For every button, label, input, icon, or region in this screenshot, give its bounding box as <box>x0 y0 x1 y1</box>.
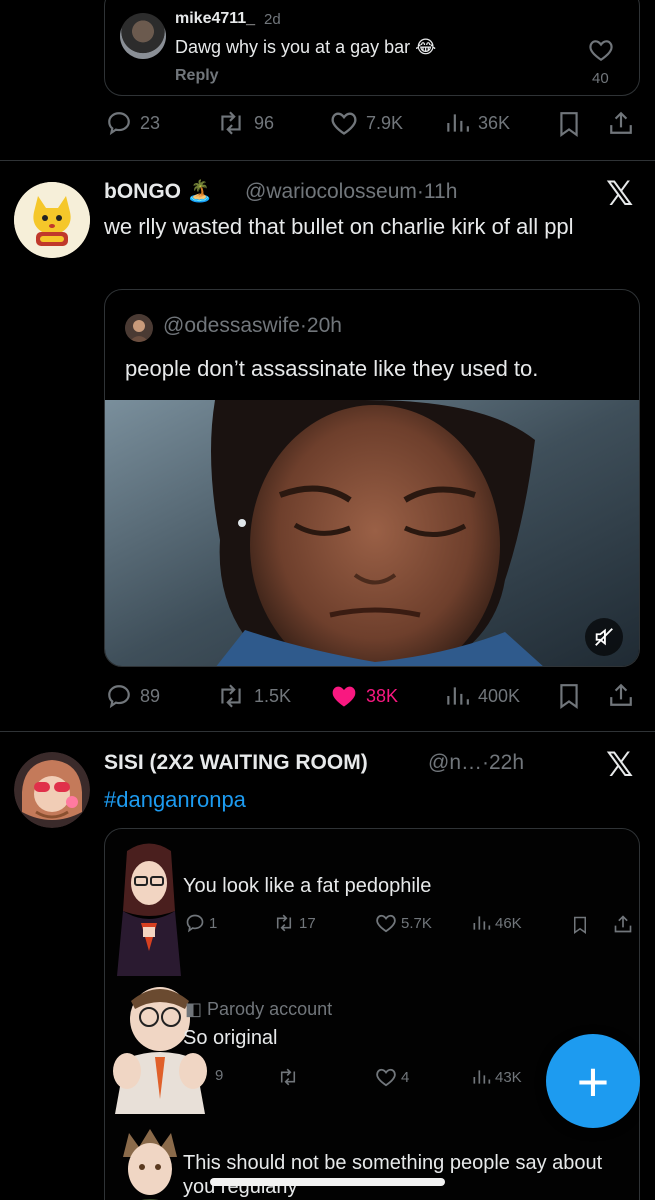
repost-icon <box>216 110 246 136</box>
reply-avatar[interactable] <box>120 13 166 59</box>
heart-filled-icon <box>330 683 358 709</box>
quoted-time: 20h <box>306 314 342 337</box>
like-action[interactable]: 7.9K <box>330 110 403 136</box>
media-post2-views: 43K <box>495 1068 522 1086</box>
home-indicator[interactable] <box>210 1178 445 1186</box>
like-count: 38K <box>366 685 399 706</box>
separator-dot: · <box>416 180 424 203</box>
character-avatar <box>109 841 189 981</box>
bookmark-icon[interactable] <box>556 683 582 709</box>
media-post1-reposts: 17 <box>299 914 316 932</box>
reply-count: 89 <box>140 685 161 706</box>
reply-username[interactable]: mike4711_ <box>175 10 255 28</box>
divider <box>0 731 655 732</box>
media-views: 43K <box>471 1067 522 1087</box>
like-count: 7.9K <box>366 112 404 133</box>
author-avatar[interactable] <box>14 752 90 828</box>
separator-dot: · <box>482 751 489 774</box>
character-avatar <box>115 1127 185 1200</box>
tweet-text: we rlly wasted that bullet on charlie ki… <box>104 214 574 239</box>
reply-count: 23 <box>140 112 161 133</box>
share-icon <box>613 914 633 934</box>
post-time[interactable]: 22h <box>489 751 524 774</box>
share-icon[interactable] <box>608 682 634 708</box>
divider <box>0 160 655 161</box>
media-post2-replies: 9 <box>215 1067 224 1084</box>
media-like: 4 <box>375 1067 409 1087</box>
reply-button[interactable]: Reply <box>175 67 219 85</box>
bookmark-icon <box>571 915 589 935</box>
media-post1-replies: 1 <box>209 914 218 932</box>
views-count: 400K <box>478 685 521 706</box>
reply-action[interactable]: 23 <box>106 110 160 136</box>
author-name[interactable]: SISI (2X2 WAITING ROOM) <box>104 751 368 775</box>
views-action[interactable]: 36K <box>444 110 510 136</box>
post-time[interactable]: 11h <box>424 180 457 203</box>
quoted-handle: @odessaswife <box>163 314 300 337</box>
reply-like-count: 40 <box>592 70 609 87</box>
views-count: 36K <box>478 112 511 133</box>
reply-action[interactable]: 89 <box>106 683 160 709</box>
bookmark-icon[interactable] <box>556 111 582 137</box>
repost-icon <box>216 683 246 709</box>
like-action-liked[interactable]: 38K <box>330 683 398 709</box>
quoted-text: people don’t assassinate like they used … <box>125 356 539 381</box>
quoted-avatar <box>125 314 153 342</box>
heart-icon <box>330 110 358 136</box>
parody-mask-icon: ◧ <box>185 999 203 1019</box>
media-post3-text: This should not be something people say … <box>183 1152 603 1198</box>
media-post2-text: So original <box>183 1027 278 1049</box>
parody-badge: ◧ Parody account <box>185 999 332 1020</box>
repost-action[interactable]: 1.5K <box>216 683 291 709</box>
media-reply: 1 <box>185 913 217 933</box>
x-logo-icon[interactable]: 𝕏 <box>606 745 633 785</box>
media-post1-text: You look like a fat pedophile <box>183 875 432 897</box>
compose-button[interactable]: + <box>546 1034 640 1128</box>
media-repost <box>277 1067 299 1087</box>
share-icon[interactable] <box>608 110 634 136</box>
author-handle[interactable]: @n… <box>428 751 482 774</box>
media-like: 5.7K <box>375 913 432 933</box>
heart-icon[interactable] <box>588 38 614 62</box>
x-logo-icon[interactable]: 𝕏 <box>606 174 633 214</box>
comment-icon <box>106 110 132 136</box>
bar-chart-icon <box>444 683 470 709</box>
mute-icon[interactable] <box>585 618 623 656</box>
separator-dot: · <box>299 314 307 337</box>
author-avatar[interactable] <box>14 182 90 258</box>
bar-chart-icon <box>444 110 470 136</box>
media-repost: 17 <box>273 913 316 933</box>
views-action[interactable]: 400K <box>444 683 520 709</box>
reply-text: Dawg why is you at a gay bar 😂 <box>175 37 437 57</box>
repost-count: 96 <box>254 112 275 133</box>
repost-count: 1.5K <box>254 685 292 706</box>
media-views: 46K <box>471 913 522 933</box>
media-post1-views: 46K <box>495 914 522 932</box>
media-post2-likes: 4 <box>401 1068 410 1086</box>
author-handle[interactable]: @wariocolosseum <box>245 180 417 203</box>
author-name[interactable]: bONGO 🏝️ <box>104 180 213 204</box>
comment-icon <box>106 683 132 709</box>
reply-time: 2d <box>264 11 281 28</box>
plus-icon: + <box>576 1049 610 1113</box>
hashtag-link[interactable]: #danganronpa <box>104 785 246 815</box>
quoted-video[interactable] <box>105 400 639 666</box>
parody-label: Parody account <box>207 999 333 1019</box>
repost-action[interactable]: 96 <box>216 110 274 136</box>
media-post1-likes: 5.7K <box>401 914 432 932</box>
quoted-tweet[interactable]: @odessaswife·20h people don’t assassinat… <box>104 289 640 667</box>
media-image[interactable]: You look like a fat pedophile 1 17 5.7K … <box>104 828 640 1200</box>
